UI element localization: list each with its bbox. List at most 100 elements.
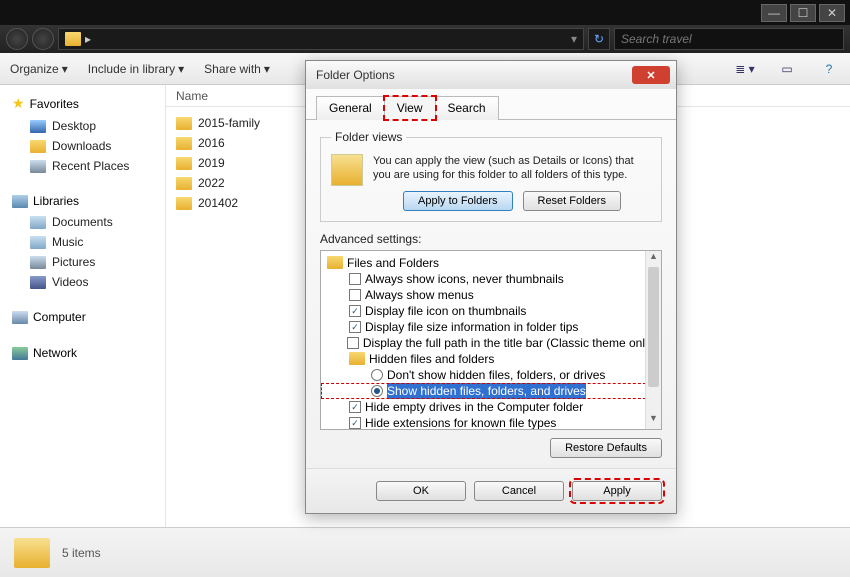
network-group[interactable]: Network: [0, 342, 165, 364]
advanced-settings-label: Advanced settings:: [320, 232, 662, 246]
status-text: 5 items: [62, 546, 101, 560]
radio[interactable]: [371, 369, 383, 381]
tree-item-label: Show hidden files, folders, and drives: [387, 383, 586, 399]
back-button[interactable]: [6, 28, 28, 50]
preview-pane-button[interactable]: ▭: [776, 59, 798, 79]
item-icon: [30, 216, 46, 229]
restore-defaults-button[interactable]: Restore Defaults: [550, 438, 662, 458]
close-button[interactable]: ✕: [819, 4, 845, 22]
tree-root: Files and Folders: [321, 255, 661, 271]
folder-icon: [349, 352, 365, 365]
address-path[interactable]: ▸ ▾: [58, 28, 584, 50]
search-input[interactable]: Search travel: [614, 28, 844, 50]
computer-label: Computer: [33, 310, 86, 324]
folder-icon: [14, 538, 50, 568]
apply-button[interactable]: Apply: [572, 481, 662, 501]
scroll-down-icon[interactable]: ▼: [646, 413, 661, 429]
tree-item[interactable]: ✓ Hide extensions for known file types: [321, 415, 661, 430]
tree-item[interactable]: Always show menus: [321, 287, 661, 303]
folder-name: 2022: [198, 176, 225, 190]
minimize-button[interactable]: —: [761, 4, 787, 22]
tree-item[interactable]: Show hidden files, folders, and drives: [321, 383, 661, 399]
tree-item[interactable]: ✓ Display file icon on thumbnails: [321, 303, 661, 319]
tree-root-label: Files and Folders: [347, 255, 439, 271]
organize-menu[interactable]: Organize ▾: [10, 62, 68, 76]
dropdown-icon: ▾: [62, 62, 68, 76]
sidebar-item-desktop[interactable]: Desktop: [0, 116, 165, 136]
favorites-group[interactable]: ★ Favorites: [0, 91, 165, 116]
computer-group[interactable]: Computer: [0, 306, 165, 328]
dialog-close-button[interactable]: ✕: [632, 66, 670, 84]
checkbox[interactable]: ✓: [349, 417, 361, 429]
folder-icon: [327, 256, 343, 269]
view-options-button[interactable]: ≣ ▾: [734, 59, 756, 79]
advanced-settings-tree[interactable]: Files and Folders Always show icons, nev…: [320, 250, 662, 430]
dialog-footer: OK Cancel Apply: [306, 468, 676, 513]
forward-button[interactable]: [32, 28, 54, 50]
help-button[interactable]: ?: [818, 59, 840, 79]
folder-name: 2019: [198, 156, 225, 170]
tab-general[interactable]: General: [316, 96, 385, 120]
scroll-up-icon[interactable]: ▲: [646, 251, 661, 267]
reset-folders-button[interactable]: Reset Folders: [523, 191, 621, 211]
tree-item[interactable]: Hidden files and folders: [321, 351, 661, 367]
apply-to-folders-button[interactable]: Apply to Folders: [403, 191, 512, 211]
share-menu[interactable]: Share with ▾: [204, 62, 270, 76]
item-label: Videos: [52, 275, 88, 289]
tree-item-label: Hide empty drives in the Computer folder: [365, 399, 583, 415]
folder-icon: [176, 177, 192, 190]
item-icon: [30, 256, 46, 269]
folder-name: 2016: [198, 136, 225, 150]
checkbox[interactable]: ✓: [349, 401, 361, 413]
libraries-group[interactable]: Libraries: [0, 190, 165, 212]
radio[interactable]: [371, 385, 383, 397]
item-icon: [30, 120, 46, 133]
tree-item-label: Hide extensions for known file types: [365, 415, 556, 430]
folder-name: 201402: [198, 196, 238, 210]
scroll-thumb[interactable]: [648, 267, 659, 387]
tree-item-label: Display file icon on thumbnails: [365, 303, 526, 319]
tree-item[interactable]: ✓ Hide empty drives in the Computer folde…: [321, 399, 661, 415]
sidebar-item-pictures[interactable]: Pictures: [0, 252, 165, 272]
dialog-titlebar: Folder Options ✕: [306, 61, 676, 89]
refresh-button[interactable]: ↻: [588, 28, 610, 50]
tab-search[interactable]: Search: [435, 96, 499, 120]
dropdown-icon: ▾: [264, 62, 270, 76]
folder-views-fieldset: Folder views You can apply the view (suc…: [320, 130, 662, 222]
tree-item[interactable]: Display the full path in the title bar (…: [321, 335, 661, 351]
folder-name: 2015-family: [198, 116, 260, 130]
include-menu[interactable]: Include in library ▾: [88, 62, 184, 76]
folder-icon: [65, 32, 81, 46]
sidebar-item-videos[interactable]: Videos: [0, 272, 165, 292]
item-label: Downloads: [52, 139, 111, 153]
dropdown-icon[interactable]: ▾: [571, 32, 577, 46]
checkbox[interactable]: ✓: [349, 321, 361, 333]
scrollbar[interactable]: ▲ ▼: [645, 251, 661, 429]
checkbox[interactable]: [347, 337, 359, 349]
dialog-body: Folder views You can apply the view (suc…: [306, 120, 676, 468]
tree-item[interactable]: Don't show hidden files, folders, or dri…: [321, 367, 661, 383]
item-label: Pictures: [52, 255, 95, 269]
breadcrumb-arrow: ▸: [85, 32, 91, 46]
tree-item[interactable]: ✓Display file size information in folder…: [321, 319, 661, 335]
favorites-label: Favorites: [30, 97, 79, 111]
network-label: Network: [33, 346, 77, 360]
folder-icon: [176, 157, 192, 170]
tab-view[interactable]: View: [384, 96, 436, 120]
sidebar-item-documents[interactable]: Documents: [0, 212, 165, 232]
tree-item[interactable]: Always show icons, never thumbnails: [321, 271, 661, 287]
window-titlebar: — ☐ ✕: [0, 0, 850, 25]
checkbox[interactable]: [349, 289, 361, 301]
folder-icon: [176, 117, 192, 130]
ok-button[interactable]: OK: [376, 481, 466, 501]
item-label: Desktop: [52, 119, 96, 133]
sidebar-item-recent-places[interactable]: Recent Places: [0, 156, 165, 176]
checkbox[interactable]: ✓: [349, 305, 361, 317]
cancel-button[interactable]: Cancel: [474, 481, 564, 501]
tree-item-label: Always show menus: [365, 287, 474, 303]
sidebar-item-downloads[interactable]: Downloads: [0, 136, 165, 156]
folder-views-icon: [331, 154, 363, 186]
sidebar-item-music[interactable]: Music: [0, 232, 165, 252]
checkbox[interactable]: [349, 273, 361, 285]
maximize-button[interactable]: ☐: [790, 4, 816, 22]
